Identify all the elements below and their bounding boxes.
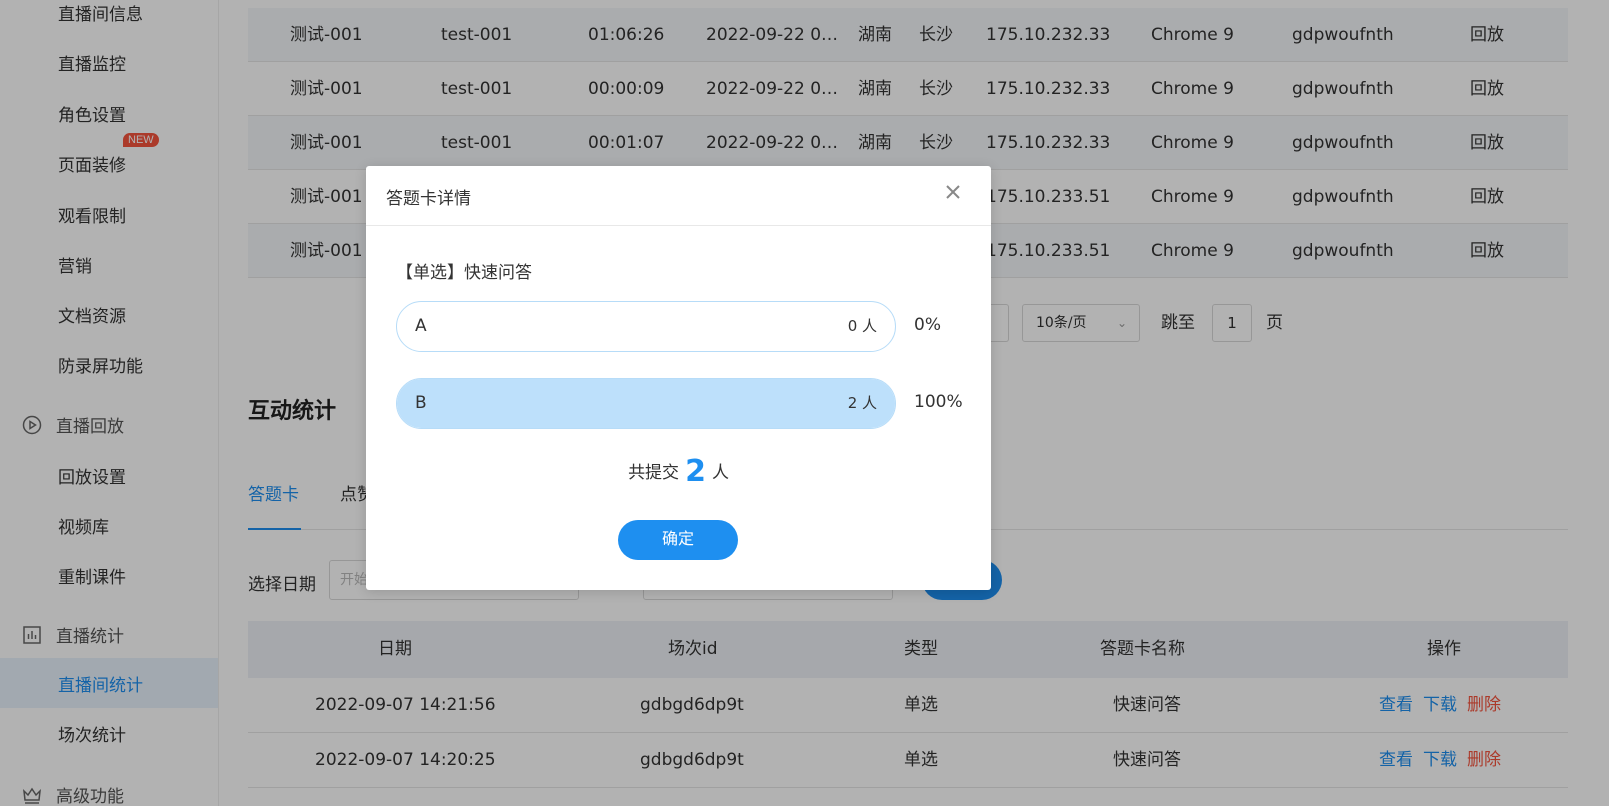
submission-summary: 共提交 2 人 [366, 454, 991, 489]
option-label: B [415, 393, 427, 413]
option-count: 2 人 [847, 394, 877, 412]
confirm-button[interactable]: 确定 [618, 520, 738, 560]
option-percent: 100% [914, 392, 963, 412]
summary-count: 2 [685, 454, 706, 489]
summary-prefix: 共提交 [628, 463, 680, 483]
modal-title: 答题卡详情 [386, 189, 471, 209]
close-icon[interactable] [941, 180, 965, 204]
option-bar-a: A 0 人 [396, 301, 896, 352]
option-percent: 0% [914, 315, 941, 335]
option-bar-b: B 2 人 [396, 378, 896, 429]
option-label: A [415, 316, 427, 336]
option-count: 0 人 [847, 317, 877, 335]
question-title: 【单选】快速问答 [396, 263, 532, 283]
summary-suffix: 人 [711, 463, 729, 483]
option-fill [397, 379, 895, 428]
modal-header: 答题卡详情 [366, 166, 991, 226]
answer-card-detail-modal: 答题卡详情 【单选】快速问答 A 0 人 0% B 2 人 100% 共提交 2 人… [366, 166, 991, 590]
